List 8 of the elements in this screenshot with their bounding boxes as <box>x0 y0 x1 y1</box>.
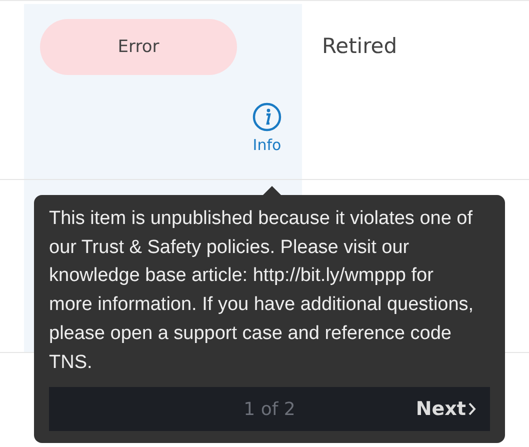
lifecycle-status: Retired <box>321 33 398 60</box>
page-indicator: 1 of 2 <box>244 398 296 420</box>
chevron-icon <box>468 402 476 416</box>
info-button[interactable]: Info <box>252 102 282 154</box>
next-button[interactable]: Next <box>416 398 476 420</box>
info-icon <box>252 102 282 132</box>
tooltip-text: This item is unpublished because it violates one of our Trust & Safety policies. Please visit our knowledge base article: http://bit.ly/wmppp for more information. If you have additional questions, please open a support case and reference code TNS. <box>49 207 475 375</box>
status-pill: Error <box>40 19 237 75</box>
